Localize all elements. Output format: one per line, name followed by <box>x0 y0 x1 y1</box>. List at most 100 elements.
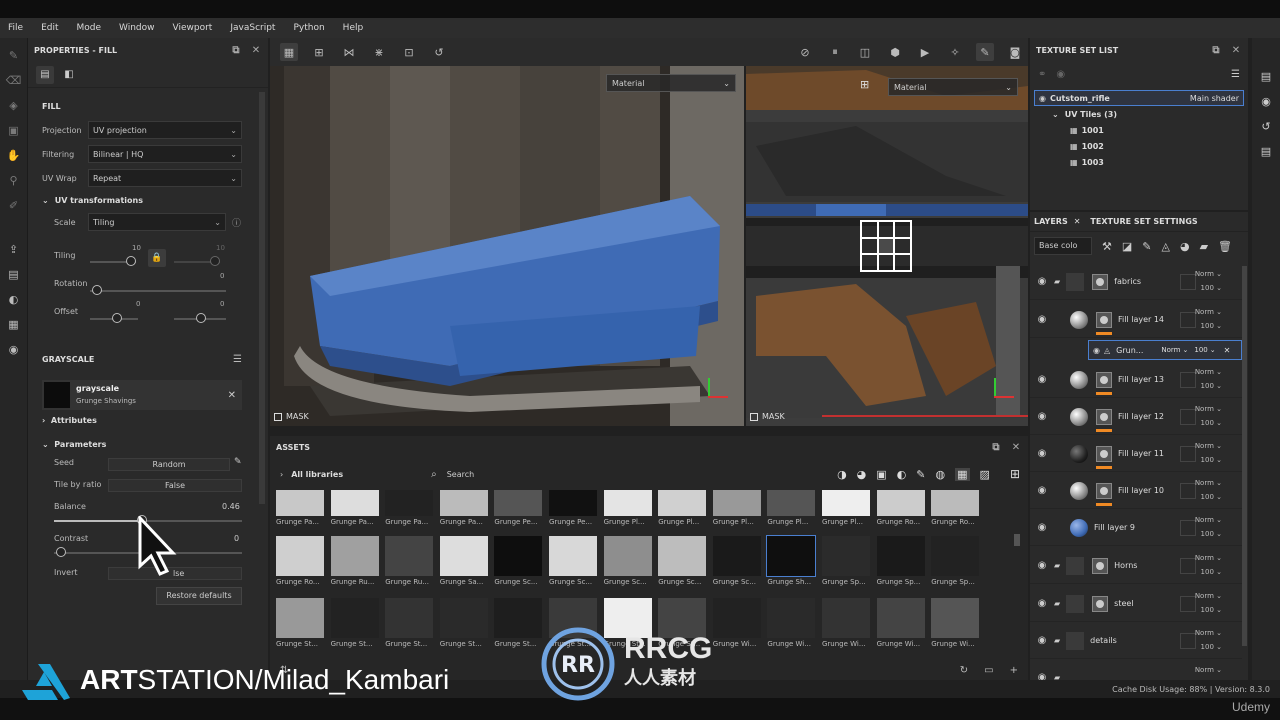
smudge-icon[interactable]: ✋ <box>6 149 22 163</box>
link-icon[interactable]: ⚭ <box>1038 69 1046 80</box>
asset-thumbnail[interactable]: Grunge Sp... <box>822 536 870 588</box>
properties-scrollbar[interactable] <box>259 92 265 504</box>
filter-smart-materials-icon[interactable]: ◕ <box>857 468 867 481</box>
eye-icon[interactable]: ◉ <box>1093 346 1100 355</box>
polygon-fill-icon[interactable]: ▣ <box>6 124 22 138</box>
rotation-slider-knob[interactable] <box>92 285 102 295</box>
close-icon[interactable]: ✕ <box>1074 217 1081 226</box>
eye-icon[interactable]: ◉ <box>1034 522 1050 533</box>
asset-thumbnail[interactable]: Grunge St... <box>494 598 543 650</box>
list-menu-icon[interactable]: ☰ <box>233 354 242 365</box>
contrast-slider-knob[interactable] <box>56 547 66 557</box>
menu-edit[interactable]: Edit <box>41 23 58 33</box>
asset-thumbnail[interactable]: Grunge Pl... <box>658 490 707 542</box>
asset-thumbnail[interactable]: Grunge St... <box>385 598 434 650</box>
remove-resource-icon[interactable]: ✕ <box>228 390 236 401</box>
add-paint-layer-icon[interactable]: ✎ <box>1142 240 1151 253</box>
close-icon[interactable]: ✕ <box>250 45 262 56</box>
eye-icon[interactable]: ◉ <box>1034 672 1050 680</box>
layer-row[interactable]: ◉ Fill layer 11 Norm ⌄ 100 ⌄ <box>1030 436 1242 472</box>
tile-by-ratio-field[interactable]: False <box>108 479 242 492</box>
asset-thumbnail[interactable]: Grunge Ru... <box>385 536 434 588</box>
grayscale-resource[interactable]: grayscale Grunge Shavings ✕ <box>42 380 242 410</box>
restore-defaults-button[interactable]: Restore defaults <box>156 587 242 605</box>
offset-u-slider-knob[interactable] <box>112 313 122 323</box>
uv-tiles-row[interactable]: ⌄ UV Tiles (3) <box>1030 106 1248 122</box>
eye-icon[interactable]: ◉ <box>1039 94 1046 103</box>
close-icon[interactable]: ✕ <box>1230 45 1242 56</box>
layer-blend[interactable]: Norm ⌄100 ⌄ <box>1195 589 1222 617</box>
asset-thumbnail[interactable]: Grunge Ro... <box>931 490 980 542</box>
layer-row[interactable]: ◉ Fill layer 9 Norm ⌄ 100 ⌄ <box>1030 510 1242 546</box>
eye-icon[interactable]: ◉ <box>1034 448 1050 459</box>
layer-blend[interactable]: Norm ⌄100 ⌄ <box>1195 513 1222 541</box>
delete-icon[interactable]: 🗑 <box>1218 240 1232 253</box>
search-input[interactable]: Search <box>447 470 474 479</box>
menu-window[interactable]: Window <box>119 23 155 33</box>
add-folder-icon[interactable]: ▰ <box>1200 240 1208 253</box>
parameters-toggle[interactable]: ⌄ Parameters <box>42 440 106 449</box>
shader-settings-icon[interactable]: ▦ <box>6 318 22 332</box>
layer-blend[interactable]: Norm ⌄100 ⌄ <box>1195 551 1222 579</box>
float-panel-icon[interactable]: ⧉ <box>1210 45 1222 56</box>
eye-icon[interactable]: ◉ <box>1034 314 1050 325</box>
symmetry-icon[interactable]: ⋈ <box>340 43 358 61</box>
asset-thumbnail[interactable]: Grunge Pa... <box>439 490 488 542</box>
assets-scrollbar[interactable] <box>1014 534 1020 546</box>
mask-tab-icon[interactable]: ◧ <box>60 66 78 84</box>
add-effect-icon[interactable]: ⚒ <box>1102 240 1112 253</box>
asset-thumbnail[interactable]: Grunge Sc... <box>549 536 597 588</box>
asset-thumbnail[interactable]: Grunge Pa... <box>276 490 324 542</box>
layer-row[interactable]: ◉ ▰ Horns Norm ⌄ 100 ⌄ <box>1030 548 1242 584</box>
scale-dropdown[interactable]: Tiling ⌄ <box>88 213 226 231</box>
eye-icon[interactable]: ◉ <box>1034 411 1050 422</box>
attributes-toggle[interactable]: › Attributes <box>42 416 97 425</box>
layer-blend[interactable]: Norm ⌄100 ⌄ <box>1195 365 1222 393</box>
filter-materials-icon[interactable]: ◑ <box>837 468 847 481</box>
asset-thumbnail[interactable]: Grunge Pl... <box>603 490 652 542</box>
refresh-icon[interactable]: ↻ <box>960 665 968 676</box>
uv-transformations-toggle[interactable]: ⌄ UV transformations <box>28 190 268 210</box>
shelf-icon[interactable]: ◉ <box>1258 95 1274 109</box>
paint-brush-icon[interactable]: ✎ <box>6 49 22 63</box>
layer-row[interactable]: ◉ Fill layer 14 Norm ⌄ 100 ⌄ <box>1030 302 1242 338</box>
offset-v-slider-knob[interactable] <box>196 313 206 323</box>
menu-icon[interactable]: ☰ <box>1231 69 1240 80</box>
frame-icon[interactable]: ⊡ <box>400 43 418 61</box>
effect-opacity[interactable]: 100 <box>1194 346 1207 354</box>
filtering-dropdown[interactable]: Bilinear | HQ ⌄ <box>88 145 242 163</box>
history-icon[interactable]: ↺ <box>430 43 448 61</box>
viewport-2d[interactable]: ⊞ Material ⌄ MASK <box>746 66 1028 426</box>
layer-blend[interactable]: Norm ⌄100 ⌄ <box>1195 476 1222 504</box>
shader-name[interactable]: Main shader <box>1190 94 1239 103</box>
asset-thumbnail[interactable]: Grunge Sa... <box>439 536 488 588</box>
manipulator-grid-icon[interactable] <box>860 220 912 272</box>
asset-thumbnail[interactable]: Grunge Sc... <box>658 536 707 588</box>
asset-thumbnail[interactable]: Grunge Ru... <box>330 536 379 588</box>
effect-row[interactable]: ◉ ◬ Grun... Norm ⌄ 100 ⌄ ✕ <box>1088 340 1242 360</box>
camera-video-icon[interactable]: ▶ <box>916 43 934 61</box>
effect-blend[interactable]: Norm <box>1161 346 1180 354</box>
asset-thumbnail[interactable]: Grunge Sp... <box>876 536 925 588</box>
rotation-slider-track[interactable] <box>90 290 226 292</box>
paint-brush-icon[interactable]: ✎ <box>976 43 994 61</box>
layer-row[interactable]: ◉ ▰ fabrics Norm ⌄ 100 ⌄ <box>1030 264 1242 300</box>
tiling-slider-knob-2[interactable] <box>210 256 220 266</box>
fill-tab-icon[interactable]: ▤ <box>36 65 54 84</box>
eyedropper-icon[interactable]: ✧ <box>946 43 964 61</box>
uv-tile-row[interactable]: ▦ 1002 <box>1030 138 1248 154</box>
add-material-icon[interactable]: ◕ <box>1180 240 1190 253</box>
asset-thumbnail[interactable]: Grunge Pa... <box>330 490 379 542</box>
add-fill-layer-icon[interactable]: ◬ <box>1162 240 1170 253</box>
asset-thumbnail[interactable]: Grunge Sh... <box>766 535 817 588</box>
history-icon[interactable]: ↺ <box>1258 120 1274 134</box>
asset-thumbnail[interactable]: Grunge Sp... <box>931 536 980 588</box>
asset-thumbnail[interactable]: Grunge Pa... <box>385 490 434 542</box>
uv-tile-row[interactable]: ▦ 1001 <box>1030 122 1248 138</box>
asset-thumbnail[interactable]: Grunge Sc... <box>603 536 652 588</box>
picker-icon[interactable]: ✐ <box>6 199 22 213</box>
eye-icon[interactable]: ◉ <box>1034 560 1050 571</box>
float-panel-icon[interactable]: ⧉ <box>990 442 1002 453</box>
layer-blend[interactable]: Norm ⌄100 ⌄ <box>1195 402 1222 430</box>
asset-thumbnail[interactable]: Grunge Ro... <box>276 536 324 588</box>
